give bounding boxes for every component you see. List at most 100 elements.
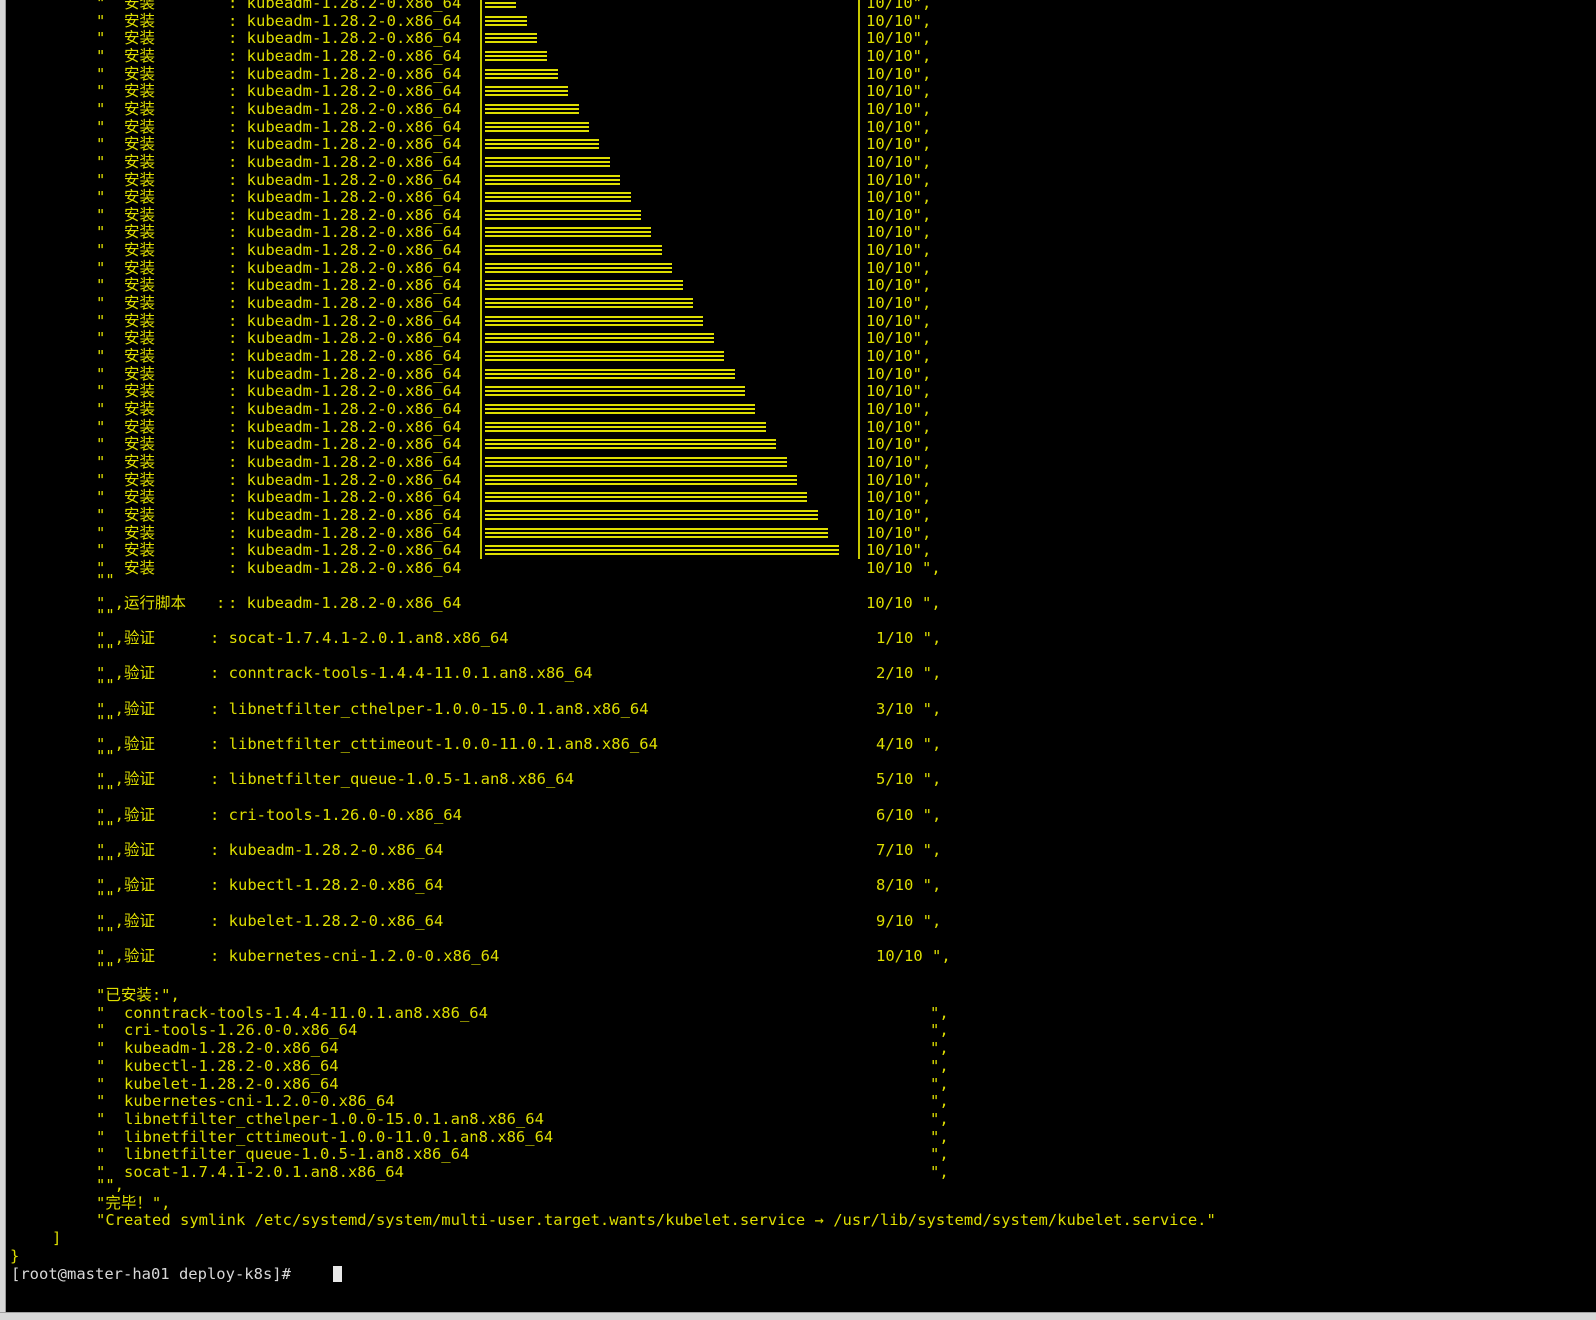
prompt-text: [root@master-ha01 deploy-k8s]# <box>11 1264 301 1283</box>
progress-count: 10/10", <box>866 29 932 48</box>
quote-mark: " <box>96 135 106 154</box>
installed-header-text: "已安装:", <box>96 986 180 1004</box>
verify-label: 验证 <box>124 911 156 930</box>
progress-bar-fill <box>485 351 725 361</box>
verify-count: 1/10 ", <box>876 629 942 648</box>
package-name: : kubeadm-1.28.2-0.x86_64 <box>228 470 462 489</box>
quote-mark: " <box>96 399 106 418</box>
package-name: : kubeadm-1.28.2-0.x86_64 <box>228 258 462 277</box>
quote-mark: " <box>96 435 106 454</box>
package-name: : kubeadm-1.28.2-0.x86_64 <box>228 399 462 418</box>
install-label: 安装 <box>124 347 156 365</box>
installed-package: libnetfilter_cttimeout-1.0.0-11.0.1.an8.… <box>124 1127 554 1146</box>
install-label: 安装 <box>124 399 156 418</box>
quote-mark: "" <box>96 782 115 801</box>
quote-mark: "" <box>96 852 115 871</box>
quote-mark: " <box>96 1074 106 1093</box>
progress-bar <box>480 258 860 277</box>
progress-bar-fill <box>485 33 537 44</box>
package-name: : kubeadm-1.28.2-0.x86_64 <box>228 241 462 260</box>
quote-mark: "" <box>96 888 115 907</box>
install-label: 安装 <box>124 452 156 471</box>
progress-count: 10/10", <box>866 205 932 224</box>
progress-bar-fill <box>485 50 548 61</box>
install-label: 安装 <box>124 329 156 348</box>
package-name: : kubeadm-1.28.2-0.x86_64 <box>228 99 462 118</box>
install-label: 安装 <box>124 488 156 507</box>
package-name: : kubeadm-1.28.2-0.x86_64 <box>228 523 462 542</box>
package-name: : kubeadm-1.28.2-0.x86_64 <box>228 0 462 12</box>
progress-count: 10/10", <box>866 294 932 313</box>
progress-bar <box>480 170 860 189</box>
install-label: 安装 <box>124 417 156 436</box>
installed-package: kubeadm-1.28.2-0.x86_64 <box>124 1039 339 1058</box>
install-label: 安装 <box>124 294 156 313</box>
package-name: : kubeadm-1.28.2-0.x86_64 <box>228 364 462 383</box>
package-name: : socat-1.7.4.1-2.0.1.an8.x86_64 <box>210 629 509 648</box>
progress-bar-fill <box>485 174 621 185</box>
installed-package: libnetfilter_cthelper-1.0.0-15.0.1.an8.x… <box>124 1109 544 1128</box>
quote-mark: ", <box>930 1163 949 1181</box>
installed-package: kubectl-1.28.2-0.x86_64 <box>124 1056 339 1075</box>
progress-count: 10/10", <box>866 435 932 454</box>
progress-bar <box>480 46 860 65</box>
verify-label: 验证 <box>124 946 156 965</box>
progress-bar <box>480 311 860 330</box>
installed-package: libnetfilter_queue-1.0.5-1.an8.x86_64 <box>124 1145 470 1164</box>
progress-bar-fill <box>485 403 756 414</box>
progress-bar <box>480 276 860 295</box>
progress-bar-fill <box>485 421 766 432</box>
progress-bar-fill <box>485 121 589 132</box>
package-name: : kubeadm-1.28.2-0.x86_64 <box>228 311 462 330</box>
verify-count: 3/10 ", <box>876 699 942 718</box>
install-label: 安装 <box>124 382 156 401</box>
install-label: 安装 <box>124 29 156 48</box>
package-name: : kubeadm-1.28.2-0.x86_64 <box>228 452 462 471</box>
quote-mark: "" <box>96 817 115 836</box>
quote-mark: " <box>96 382 106 401</box>
quote-mark: " <box>96 541 106 560</box>
progress-bar <box>480 347 860 365</box>
progress-count: 10/10", <box>866 382 932 401</box>
progress-bar <box>480 505 860 524</box>
quote-mark: ", <box>930 1145 949 1164</box>
install-label: 安装 <box>124 117 156 136</box>
quote-mark: " <box>96 470 106 489</box>
quote-mark: " <box>96 223 106 242</box>
progress-count: 10/10", <box>866 329 932 348</box>
terminal-window[interactable]: " 安装: kubeadm-1.28.2-0.x86_64 10/10", " 安装: … <box>5 0 1596 1313</box>
progress-bar <box>480 205 860 224</box>
text-cursor[interactable] <box>333 1265 342 1282</box>
installed-package: conntrack-tools-1.4.4-11.0.1.an8.x86_64 <box>124 1003 488 1022</box>
quote-mark: " <box>96 276 106 295</box>
progress-bar <box>480 64 860 83</box>
package-name: : kubeadm-1.28.2-0.x86_64 <box>228 593 462 612</box>
progress-count: 10/10", <box>866 11 932 30</box>
installed-package: kubernetes-cni-1.2.0-0.x86_64 <box>124 1092 395 1111</box>
package-name: : cri-tools-1.26.0-0.x86_64 <box>210 805 462 824</box>
quote-mark: ", <box>930 1003 949 1022</box>
quote-mark: " <box>96 1092 106 1111</box>
progress-bar-fill <box>485 209 641 220</box>
progress-bar <box>480 294 860 313</box>
quote-mark: "" <box>96 641 115 660</box>
quote-mark: "" <box>96 747 115 765</box>
progress-bar-fill <box>485 0 517 8</box>
install-label: 安装 <box>124 505 156 524</box>
quote-mark: " <box>96 347 106 365</box>
package-name: : kubeadm-1.28.2-0.x86_64 <box>228 435 462 454</box>
install-label: 安装 <box>124 523 156 542</box>
progress-bar-fill <box>485 315 704 326</box>
progress-bar-fill <box>485 156 610 167</box>
colon: : <box>216 593 226 612</box>
install-label: 安装 <box>124 64 156 83</box>
install-label: 安装 <box>124 276 156 295</box>
progress-bar-fill <box>485 509 818 520</box>
quote-mark: " <box>96 152 106 171</box>
progress-bar <box>480 399 860 418</box>
install-label: 安装 <box>124 11 156 30</box>
verify-label: 验证 <box>124 629 156 648</box>
package-name: : kubelet-1.28.2-0.x86_64 <box>210 911 444 930</box>
progress-count: 10/10", <box>866 452 932 471</box>
install-label: 安装 <box>124 241 156 260</box>
